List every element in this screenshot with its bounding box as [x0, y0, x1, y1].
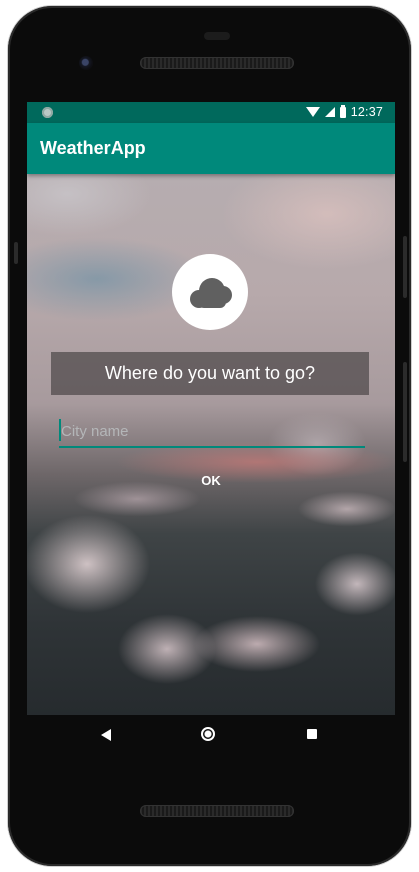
volume-button — [403, 362, 407, 462]
city-name-field[interactable] — [59, 418, 365, 448]
prompt-text: Where do you want to go? — [104, 363, 316, 383]
home-icon[interactable] — [201, 727, 215, 741]
cloud-icon — [190, 276, 232, 308]
signal-icon — [324, 107, 335, 117]
cloud-logo — [172, 254, 248, 330]
phone-top-sensor — [204, 32, 230, 40]
power-button — [403, 236, 407, 298]
status-time: 12:37 — [350, 105, 383, 119]
notification-dot-icon — [42, 107, 53, 118]
main-content: Where do you want to go? OK — [27, 174, 395, 715]
ok-button[interactable]: OK — [183, 466, 239, 494]
city-name-input[interactable] — [59, 418, 361, 444]
app-title: WeatherApp — [40, 138, 146, 158]
prompt-banner: Where do you want to go? — [51, 352, 369, 395]
phone-side-button — [14, 242, 18, 264]
status-icons: 12:37 — [305, 104, 383, 119]
screen: 12:37 WeatherApp Where do you want to go… — [27, 102, 395, 715]
bottom-speaker — [140, 805, 294, 817]
back-icon[interactable] — [101, 729, 111, 741]
battery-icon — [339, 104, 346, 118]
recents-icon[interactable] — [307, 729, 317, 739]
earpiece-speaker — [140, 57, 294, 69]
app-bar: WeatherApp — [27, 123, 395, 174]
front-camera-icon — [79, 56, 93, 70]
navigation-bar — [27, 715, 395, 759]
status-bar: 12:37 — [27, 102, 395, 123]
wifi-icon — [305, 107, 320, 117]
